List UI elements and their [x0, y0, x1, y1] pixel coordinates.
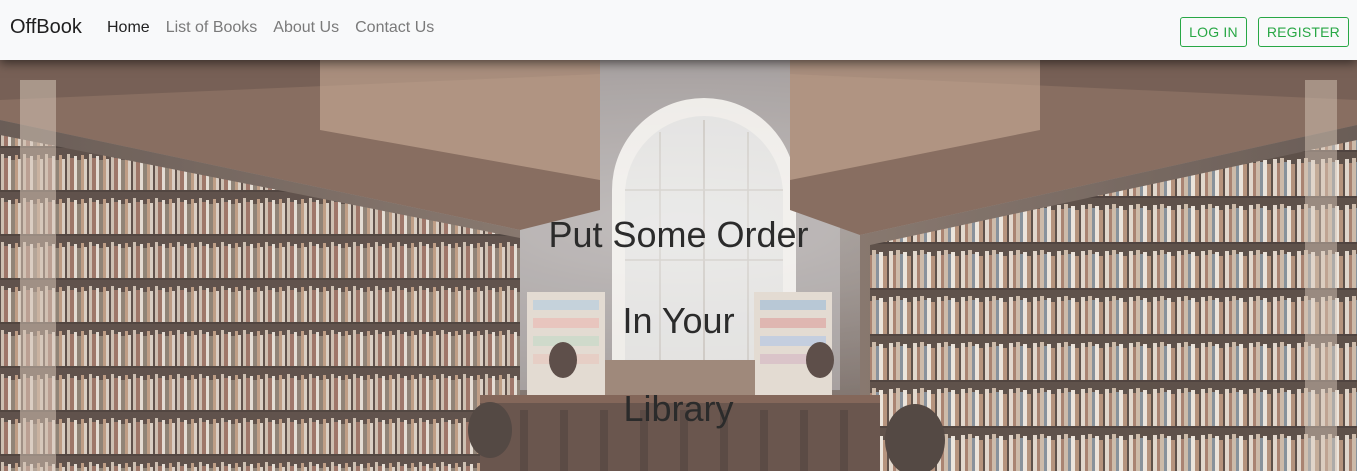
hero-line-2: In Your: [622, 300, 735, 341]
nav-link-home[interactable]: Home: [107, 19, 150, 37]
nav-link-list-of-books[interactable]: List of Books: [166, 19, 258, 37]
brand-logo[interactable]: OffBook: [10, 16, 82, 39]
auth-buttons: LOG IN REGISTER: [1180, 17, 1349, 47]
hero-heading: Put Some Order In Your Library: [0, 60, 1357, 471]
hero-line-3: Library: [623, 388, 734, 429]
hero-banner: Put Some Order In Your Library: [0, 60, 1357, 471]
hero-line-1: Put Some Order: [548, 214, 809, 255]
nav-link-contact-us[interactable]: Contact Us: [355, 19, 434, 37]
register-button[interactable]: REGISTER: [1257, 17, 1349, 47]
top-navbar: OffBook Home List of Books About Us Cont…: [0, 0, 1357, 60]
login-button[interactable]: LOG IN: [1180, 17, 1247, 47]
nav-links: Home List of Books About Us Contact Us: [107, 19, 450, 37]
nav-link-about-us[interactable]: About Us: [273, 19, 339, 37]
